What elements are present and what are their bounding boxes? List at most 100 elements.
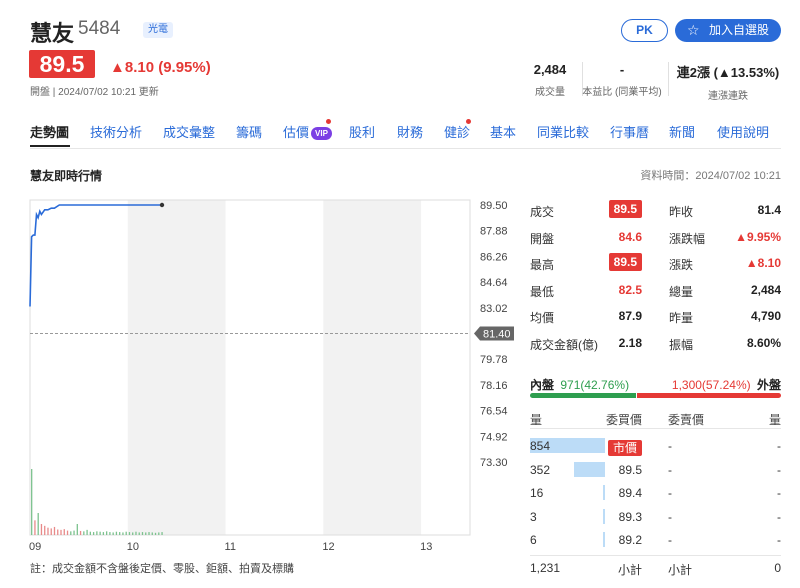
- stock-code: 5484: [78, 18, 121, 39]
- volume-bar: [158, 532, 160, 535]
- volume-bar: [66, 530, 69, 535]
- ask-volume: -: [777, 509, 781, 524]
- industry-badge[interactable]: 光電: [143, 22, 173, 38]
- x-tick-label: 10: [127, 541, 139, 553]
- data-time: 資料時間：2024/07/02 10:21: [640, 170, 781, 182]
- quote-right-row: 漲跌 ▲8.10: [669, 253, 781, 273]
- y-tick-label: 89.50: [480, 200, 508, 212]
- quote-left-value: 89.5: [608, 253, 642, 271]
- bid-price: 89.2: [618, 533, 642, 547]
- volume-bar: [102, 532, 105, 535]
- volume-bar: [79, 530, 82, 535]
- volume-bar: [83, 531, 85, 535]
- tab-technical[interactable]: 技術分析: [90, 122, 142, 141]
- quote-right-label: 昨量: [669, 311, 694, 325]
- volume-bar: [105, 531, 108, 535]
- quote-right-value: ▲9.95%: [735, 229, 781, 244]
- quote-right-row: 昨收 81.4: [669, 200, 781, 220]
- x-tick-label: 09: [29, 541, 41, 553]
- tab-basic[interactable]: 基本: [490, 122, 516, 141]
- tab-chips[interactable]: 籌碼: [236, 122, 262, 141]
- quote-right-row: 振幅 8.60%: [669, 333, 781, 353]
- bid-price: 89.4: [618, 486, 642, 500]
- stat-streak: 連2漲 (▲13.53%) 連漲連跌: [672, 62, 784, 102]
- quote-left-label: 均價: [530, 311, 555, 325]
- quote-left-row: 成交金額(億) 2.18: [530, 333, 642, 353]
- bid-price-badge: 市價: [607, 440, 642, 456]
- volume-bar: [112, 532, 114, 535]
- quote-right-label: 漲跌: [669, 258, 694, 272]
- y-tick-label: 86.26: [480, 251, 508, 263]
- volume-bar: [92, 532, 95, 535]
- quote-left-row: 成交 89.5: [530, 200, 642, 220]
- quote-right-value: 81.4: [757, 203, 781, 217]
- ob-header-ask-vol: 量: [768, 413, 781, 427]
- ask-price: -: [668, 509, 672, 524]
- ask-total: 0: [774, 561, 781, 575]
- tab-calendar[interactable]: 行事曆: [610, 122, 649, 141]
- intraday-chart[interactable]: 89.50 87.88 86.26 84.64 83.02 81.40 79.78 78.16…: [0, 190, 520, 555]
- volume-bar: [128, 532, 131, 535]
- outer-volume: 1,300(57.24%) 外盤: [672, 376, 781, 393]
- new-dot: [466, 119, 471, 124]
- tab-trend[interactable]: 走勢圖: [30, 122, 69, 141]
- quote-right-row: 總量 2,484: [669, 280, 781, 300]
- quote-left-row: 均價 87.9: [530, 306, 642, 326]
- outer-label: 外盤: [756, 378, 781, 392]
- ask-total-label: 小計: [668, 563, 693, 577]
- bid-price: 89.3: [618, 509, 642, 524]
- ask-price: -: [668, 439, 672, 453]
- ask-volume: -: [777, 486, 781, 500]
- volume-bar: [151, 532, 153, 535]
- pk-button[interactable]: PK: [621, 19, 668, 42]
- volume-bar: [76, 524, 78, 535]
- add-watchlist-label: 加入自選股: [709, 23, 770, 37]
- volume-bar: [34, 520, 36, 535]
- tab-peer-compare[interactable]: 同業比較: [537, 122, 589, 141]
- inner-label: 內盤: [530, 378, 555, 392]
- tab-diagnosis[interactable]: 健診: [444, 122, 470, 141]
- quote-left-value: 2.18: [618, 335, 642, 350]
- current-price: 89.5: [29, 50, 95, 78]
- quote-left-value: 84.6: [618, 229, 642, 244]
- stat-pe-label: 本益比 (同業平均): [582, 87, 662, 98]
- volume-bar: [96, 531, 98, 535]
- volume-bar: [154, 532, 157, 535]
- y-tick-label: 83.02: [480, 303, 508, 315]
- tab-help[interactable]: 使用說明: [717, 122, 769, 141]
- update-time: 開盤 | 2024/07/02 10:21 更新: [30, 87, 159, 98]
- bid-volume: 352: [530, 462, 551, 477]
- quote-right-label: 昨收: [669, 205, 694, 219]
- quote-right-label: 漲跌幅: [669, 231, 706, 246]
- add-watchlist-button[interactable]: ☆ 加入自選股: [675, 19, 781, 42]
- tab-valuation-label: 估價: [283, 125, 310, 140]
- y-tick-label: 73.30: [480, 457, 508, 469]
- tab-finance[interactable]: 財務: [397, 122, 423, 141]
- quote-right-row: 昨量 4,790: [669, 306, 781, 326]
- price-change: ▲8.10 (9.95%): [110, 59, 211, 76]
- volume-bar: [37, 513, 39, 535]
- tab-dividend[interactable]: 股利: [349, 122, 375, 141]
- tab-news[interactable]: 新聞: [669, 122, 695, 141]
- volume-bar: [60, 529, 62, 535]
- volume-bar: [125, 531, 127, 535]
- volume-bar: [115, 531, 118, 535]
- x-tick-label: 11: [225, 541, 236, 553]
- outer-ratio-bar: [637, 393, 781, 398]
- quote-left-label: 成交: [530, 205, 555, 219]
- tab-valuation[interactable]: 估價 VIP: [283, 122, 332, 141]
- bid-volume: 854: [530, 439, 551, 453]
- ask-price: -: [668, 462, 672, 477]
- volume-bar: [40, 524, 43, 535]
- quote-right-value: 4,790: [750, 309, 781, 323]
- volume-bar: [122, 532, 124, 535]
- stat-streak-value: 連2漲 (▲13.53%): [676, 65, 780, 80]
- outer-value: 1,300(57.24%): [671, 378, 751, 392]
- tab-trade-summary[interactable]: 成交彙整: [163, 122, 215, 141]
- quote-right-value: 2,484: [750, 282, 781, 297]
- footnote: 註：成交金額不含盤後定價、零股、鉅額、拍賣及標購: [30, 563, 294, 575]
- stat-pe-value: -: [619, 62, 625, 77]
- ask-volume: -: [777, 533, 781, 547]
- quote-right-value: 8.60%: [746, 335, 781, 350]
- volume-bar: [70, 531, 72, 535]
